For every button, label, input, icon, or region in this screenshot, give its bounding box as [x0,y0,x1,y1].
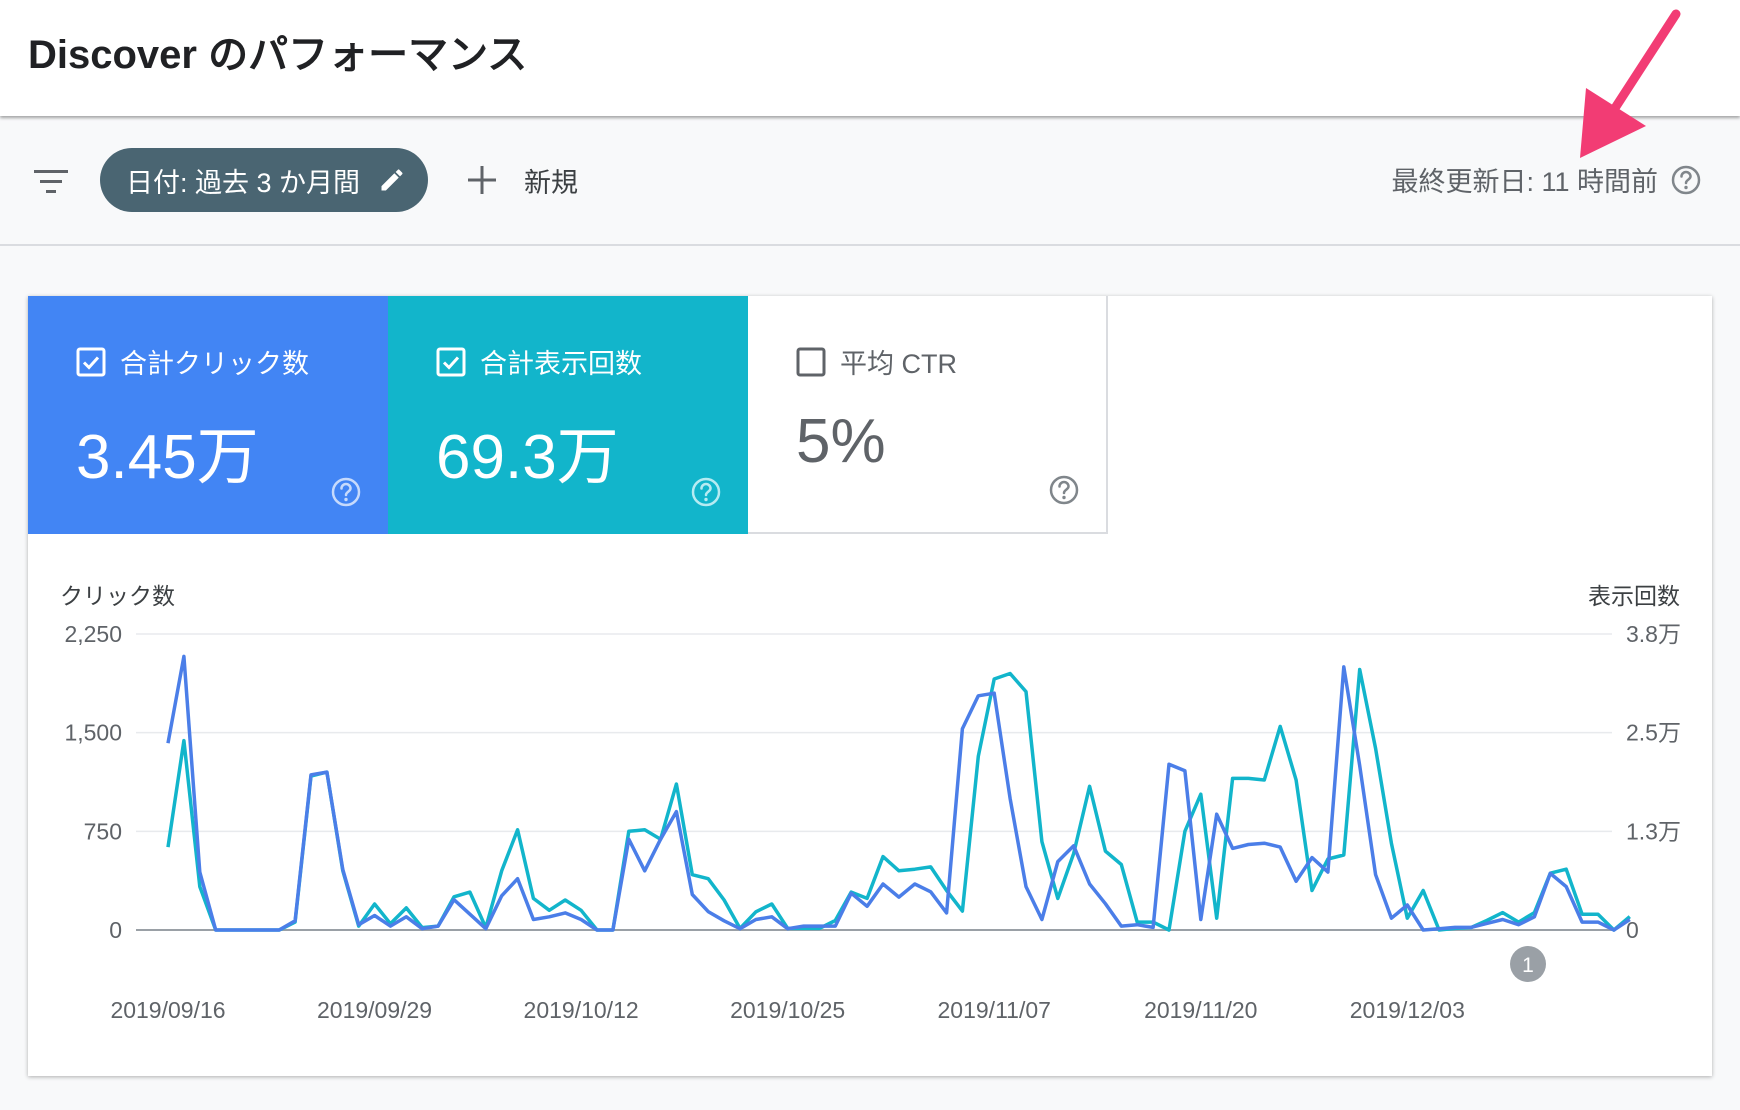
x-axis-tick-label: 2019/10/12 [524,997,639,1023]
date-filter-label: 日付: 過去 3 か月間 [126,167,361,198]
performance-card: 合計クリック数 3.45万 合計表示回数 69.3万 平均 CTR 5% クリッ… [28,296,1712,1076]
pointer-arrow-icon [1580,9,1681,158]
right-axis-tick-label: 1.3万 [1626,818,1681,844]
metric-label: 合計表示回数 [480,349,642,379]
date-filter-chip[interactable]: 日付: 過去 3 か月間 [100,148,428,212]
help-icon[interactable] [330,476,362,508]
page-header: Discover のパフォーマンス [0,0,1740,116]
annotation-label: 1 [1522,954,1534,977]
left-axis-tick-label: 750 [84,818,122,844]
performance-line-chart: クリック数 表示回数 0 750 1,500 2,250 0 1.3万 2.5万 3.8万 20… [60,583,1681,1023]
checkbox-checked-icon[interactable] [76,347,106,377]
right-axis-title: 表示回数 [1588,583,1680,609]
right-axis-tick-label: 0 [1626,917,1639,943]
series-line-clicks [166,654,1631,932]
right-axis-tick-label: 2.5万 [1626,720,1681,746]
checkbox-unchecked-icon[interactable] [796,347,826,377]
page-title: Discover のパフォーマンス [28,33,528,77]
edit-pencil-icon[interactable] [378,166,406,194]
help-icon[interactable] [690,476,722,508]
metric-total-clicks[interactable]: 合計クリック数 3.45万 [28,296,388,534]
x-axis-tick-label: 2019/11/20 [1144,997,1257,1023]
left-axis-tick-label: 0 [109,917,122,943]
metric-value: 5% [796,407,886,476]
metric-total-impressions[interactable]: 合計表示回数 69.3万 [388,296,748,534]
metric-label: 平均 CTR [840,349,957,379]
add-filter-label: 新規 [524,167,578,198]
x-axis-tick-label: 2019/11/07 [938,997,1051,1023]
series-line-impressions [166,667,1631,932]
filter-toolbar: 日付: 過去 3 か月間 新規 最終更新日: 11 時間前 [0,116,1740,246]
chart-annotation-marker[interactable]: 1 [1510,946,1546,982]
metric-label: 合計クリック数 [120,349,309,379]
metric-value: 69.3万 [436,423,619,492]
left-axis-title: クリック数 [60,583,175,609]
metric-average-ctr[interactable]: 平均 CTR 5% [748,296,1108,534]
help-icon[interactable] [1048,474,1080,506]
x-axis-tick-label: 2019/12/03 [1350,997,1465,1023]
x-axis-tick-label: 2019/09/16 [110,997,225,1023]
right-axis-tick-label: 3.8万 [1626,621,1681,647]
checkbox-checked-icon[interactable] [436,347,466,377]
filter-list-icon[interactable] [32,162,72,202]
x-axis-tick-label: 2019/09/29 [317,997,432,1023]
x-axis-tick-label: 2019/10/25 [730,997,845,1023]
metric-value: 3.45万 [76,423,259,492]
left-axis-tick-label: 1,500 [64,720,122,746]
left-axis-tick-label: 2,250 [64,621,122,647]
add-filter-button[interactable]: 新規 [466,152,578,208]
plus-icon [468,166,496,194]
